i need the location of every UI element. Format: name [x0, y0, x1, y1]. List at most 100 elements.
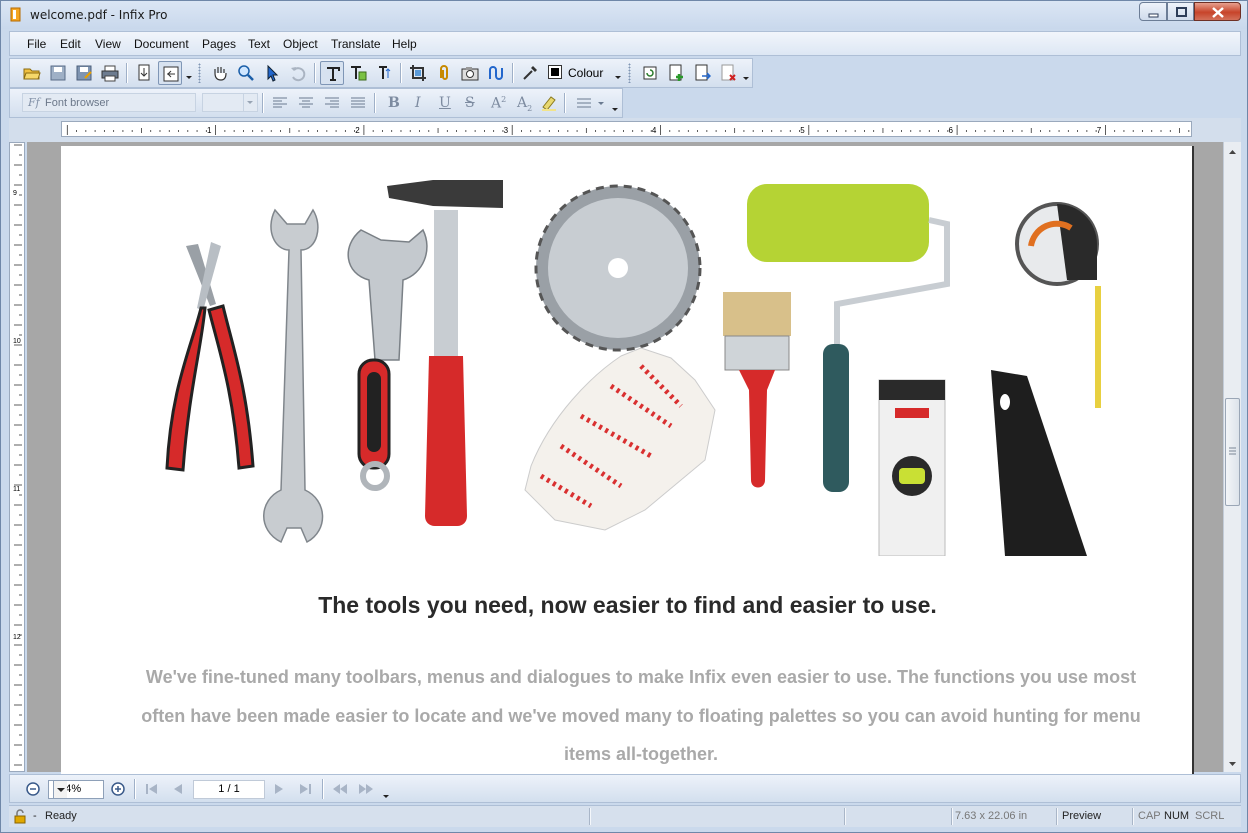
menu-bar: File Edit View Document Pages Text Objec…	[9, 31, 1241, 56]
menu-object[interactable]: Object	[283, 37, 318, 51]
save-as-icon	[76, 65, 92, 81]
page-button[interactable]	[132, 61, 156, 85]
delete-page-button[interactable]	[716, 61, 740, 85]
text-frame-button[interactable]	[346, 61, 370, 85]
gloves-image	[524, 347, 716, 531]
strikethrough-button[interactable]: S	[465, 95, 475, 111]
minimize-button[interactable]	[1139, 2, 1167, 21]
font-icon: Ff	[28, 96, 40, 109]
menu-text[interactable]: Text	[248, 37, 270, 51]
document-headline: The tools you need, now easier to find a…	[318, 592, 937, 618]
first-page-icon[interactable]	[145, 783, 159, 795]
caps-lock-indicator: CAP	[1138, 810, 1161, 822]
reflow-dropdown-arrow[interactable]	[186, 76, 192, 79]
font-size-select[interactable]	[202, 93, 258, 112]
bold-button[interactable]: B	[388, 95, 400, 111]
hand-tool-button[interactable]	[208, 61, 232, 85]
open-folder-icon	[23, 68, 41, 80]
pages-rotate-button[interactable]	[638, 61, 662, 85]
align-center-icon[interactable]	[298, 97, 314, 109]
line-spacing-icon[interactable]	[576, 97, 592, 109]
menu-edit[interactable]: Edit	[60, 37, 81, 51]
zoom-select[interactable]: 154%	[48, 780, 104, 799]
scroll-down-arrow-icon[interactable]	[1224, 755, 1241, 772]
font-browser-input[interactable]: Ff Font browser	[22, 93, 196, 112]
window-title: welcome.pdf - Infix Pro	[30, 8, 168, 22]
zoom-tool-button[interactable]	[234, 61, 258, 85]
page-number-input[interactable]: 1 / 1	[193, 780, 265, 799]
eyedropper-button[interactable]	[518, 61, 542, 85]
text-tool-button[interactable]	[320, 61, 344, 85]
zoom-out-icon[interactable]	[25, 781, 41, 797]
export-page-button[interactable]	[690, 61, 714, 85]
infix-app-icon	[10, 7, 21, 22]
select-tool-button[interactable]	[260, 61, 284, 85]
menu-pages[interactable]: Pages	[202, 37, 236, 51]
wrench-image	[263, 208, 324, 544]
maximize-button[interactable]	[1167, 2, 1194, 21]
close-button[interactable]	[1194, 2, 1241, 21]
menu-translate[interactable]: Translate	[331, 37, 381, 51]
font-size-dropdown-arrow[interactable]	[243, 94, 257, 111]
superscript-letter: A	[491, 95, 502, 112]
zoom-in-icon[interactable]	[110, 781, 126, 797]
colour-label: Colour	[568, 66, 604, 80]
highlight-icon[interactable]	[540, 94, 558, 112]
align-left-icon[interactable]	[272, 97, 288, 109]
superscript-button[interactable]: A2	[491, 95, 506, 112]
magnifier-icon	[238, 65, 254, 81]
menu-document[interactable]: Document	[134, 37, 189, 51]
last-page-icon[interactable]	[298, 783, 312, 795]
colour-button[interactable]: Colour	[546, 61, 626, 85]
paperclip-icon	[440, 65, 448, 80]
crop-button[interactable]	[406, 61, 430, 85]
add-page-button[interactable]	[664, 61, 688, 85]
paint-brush-image	[723, 292, 791, 488]
previous-page-icon[interactable]	[171, 783, 185, 795]
reflow-button[interactable]	[158, 61, 182, 85]
format-toolbar-overflow-arrow[interactable]	[612, 108, 618, 111]
align-right-icon[interactable]	[324, 97, 340, 109]
hand-saw-image	[991, 370, 1087, 556]
zoom-dropdown-arrow[interactable]	[53, 781, 67, 798]
format-toolbar: Ff Font browser B I U S A2 A2	[9, 88, 623, 118]
align-justify-icon[interactable]	[350, 97, 366, 109]
underline-button[interactable]: U	[439, 95, 451, 111]
page-delete-icon	[721, 64, 736, 81]
back-view-icon[interactable]	[332, 783, 348, 795]
text-spacing-button[interactable]	[372, 61, 396, 85]
thumb-grip-icon	[1229, 447, 1236, 455]
undo-button[interactable]	[286, 61, 310, 85]
pdf-page[interactable]: The tools you need, now easier to find a…	[61, 146, 1194, 786]
vertical-scrollbar[interactable]	[1223, 142, 1241, 772]
print-button[interactable]	[98, 61, 122, 85]
navigation-bar: 154% 1 / 1	[9, 774, 1241, 803]
save-as-button[interactable]	[72, 61, 96, 85]
scroll-up-arrow-icon[interactable]	[1224, 144, 1241, 161]
colour-dropdown-arrow[interactable]	[615, 76, 621, 79]
italic-button[interactable]: I	[415, 95, 421, 111]
navbar-overflow-arrow[interactable]	[383, 795, 389, 798]
curve-tool-button[interactable]	[484, 61, 508, 85]
menu-file[interactable]: File	[27, 37, 46, 51]
app-window: welcome.pdf - Infix Pro File Edit View D…	[0, 0, 1248, 833]
saw-blade-image	[534, 184, 702, 352]
curve-icon	[489, 66, 503, 80]
save-button[interactable]	[46, 61, 70, 85]
subscript-button[interactable]: A2	[517, 95, 532, 113]
scrollbar-thumb[interactable]	[1225, 398, 1240, 506]
ruler-label: 1	[207, 126, 212, 135]
open-button[interactable]	[20, 61, 44, 85]
main-toolbar: Colour	[9, 58, 753, 88]
ruler-label: 5	[800, 126, 805, 135]
pages-dropdown-arrow[interactable]	[743, 77, 749, 80]
snapshot-button[interactable]	[458, 61, 482, 85]
arrow-pointer-icon	[267, 64, 279, 82]
ruler-label: 2	[355, 126, 360, 135]
menu-help[interactable]: Help	[392, 37, 417, 51]
link-button[interactable]	[432, 61, 456, 85]
line-spacing-dropdown-arrow[interactable]	[598, 102, 604, 105]
menu-view[interactable]: View	[95, 37, 121, 51]
forward-view-icon[interactable]	[358, 783, 374, 795]
next-page-icon[interactable]	[272, 783, 286, 795]
